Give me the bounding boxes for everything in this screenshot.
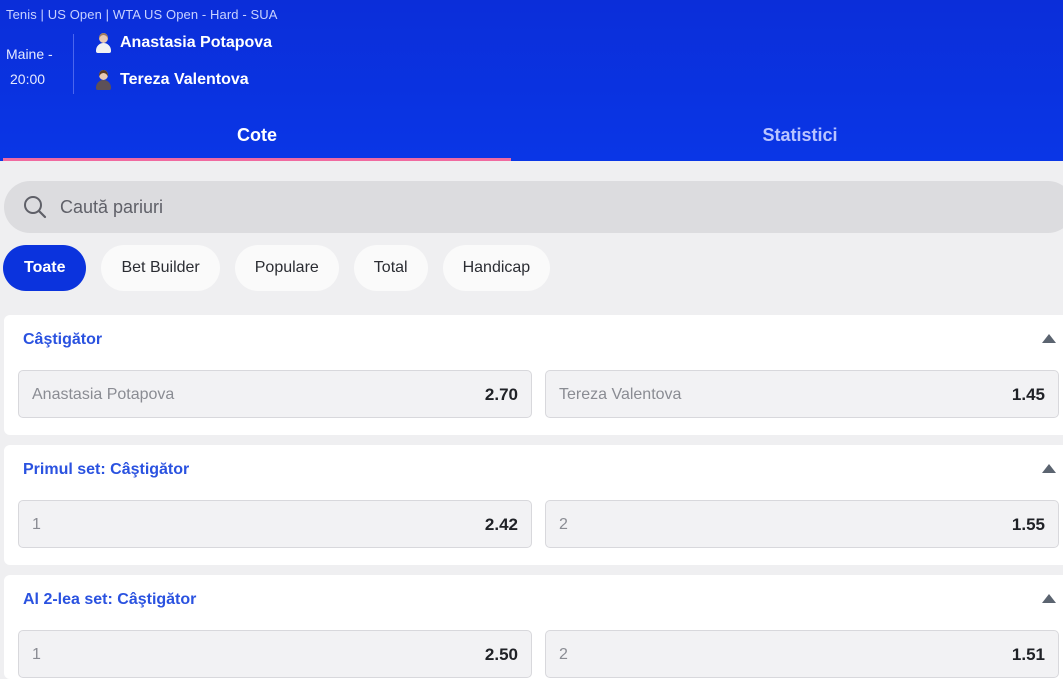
odd-button[interactable]: 2 1.55 — [545, 500, 1059, 548]
market-primul-set: Primul set: Câştigător 1 2.42 2 1.55 — [4, 445, 1063, 565]
market-title[interactable]: Primul set: Câştigător — [23, 461, 189, 479]
filter-chips: Toate Bet Builder Populare Total Handica… — [3, 245, 551, 291]
collapse-caret-icon[interactable] — [1042, 594, 1056, 603]
odd-label: 1 — [32, 646, 41, 663]
breadcrumb[interactable]: Tenis | US Open | WTA US Open - Hard - S… — [6, 7, 278, 22]
search-icon — [24, 196, 47, 219]
odd-label: Tereza Valentova — [559, 386, 682, 403]
player-home-name: Anastasia Potapova — [120, 34, 273, 51]
filter-toate[interactable]: Toate — [3, 245, 87, 291]
player-avatar-icon — [94, 33, 112, 53]
odd-price: 2.42 — [484, 515, 518, 534]
odd-price: 1.45 — [1011, 385, 1045, 404]
odd-label: Anastasia Potapova — [32, 386, 175, 403]
filter-total[interactable]: Total — [353, 245, 428, 291]
match-header: Tenis | US Open | WTA US Open - Hard - S… — [0, 0, 1063, 161]
odd-button[interactable]: 2 1.51 — [545, 630, 1059, 678]
odd-button[interactable]: Tereza Valentova 1.45 — [545, 370, 1059, 418]
odd-price: 2.70 — [484, 385, 518, 404]
match-start-time: Maine - 20:00 — [6, 42, 53, 92]
filter-bet-builder[interactable]: Bet Builder — [101, 245, 220, 291]
filter-handicap[interactable]: Handicap — [442, 245, 551, 291]
filter-populare[interactable]: Populare — [234, 245, 339, 291]
player-home: Anastasia Potapova — [94, 33, 272, 53]
collapse-caret-icon[interactable] — [1042, 464, 1056, 473]
tab-cote[interactable]: Cote — [3, 110, 511, 161]
player-away-name: Tereza Valentova — [120, 71, 249, 88]
market-title[interactable]: Câştigător — [23, 331, 102, 349]
search-bar[interactable] — [4, 181, 1063, 233]
odd-label: 1 — [32, 516, 41, 533]
market-al-2-lea-set: Al 2-lea set: Câştigător 1 2.50 2 1.51 — [4, 575, 1063, 679]
collapse-caret-icon[interactable] — [1042, 334, 1056, 343]
market-castigator: Câştigător Anastasia Potapova 2.70 Terez… — [4, 315, 1063, 435]
odd-price: 1.51 — [1011, 645, 1045, 664]
tab-statistici[interactable]: Statistici — [537, 110, 1063, 161]
search-input[interactable] — [58, 195, 962, 219]
odd-price: 1.55 — [1011, 515, 1045, 534]
header-divider — [73, 34, 74, 94]
odd-price: 2.50 — [484, 645, 518, 664]
odd-button[interactable]: 1 2.42 — [18, 500, 532, 548]
market-title[interactable]: Al 2-lea set: Câştigător — [23, 591, 196, 609]
odd-button[interactable]: Anastasia Potapova 2.70 — [18, 370, 532, 418]
odd-label: 2 — [559, 516, 568, 533]
match-time: 20:00 — [10, 71, 46, 87]
main-tabs: Cote Statistici — [0, 110, 1063, 161]
player-away: Tereza Valentova — [94, 70, 249, 90]
player-avatar-icon — [94, 70, 112, 90]
match-date: Maine - — [6, 46, 53, 62]
odd-label: 2 — [559, 646, 568, 663]
odd-button[interactable]: 1 2.50 — [18, 630, 532, 678]
